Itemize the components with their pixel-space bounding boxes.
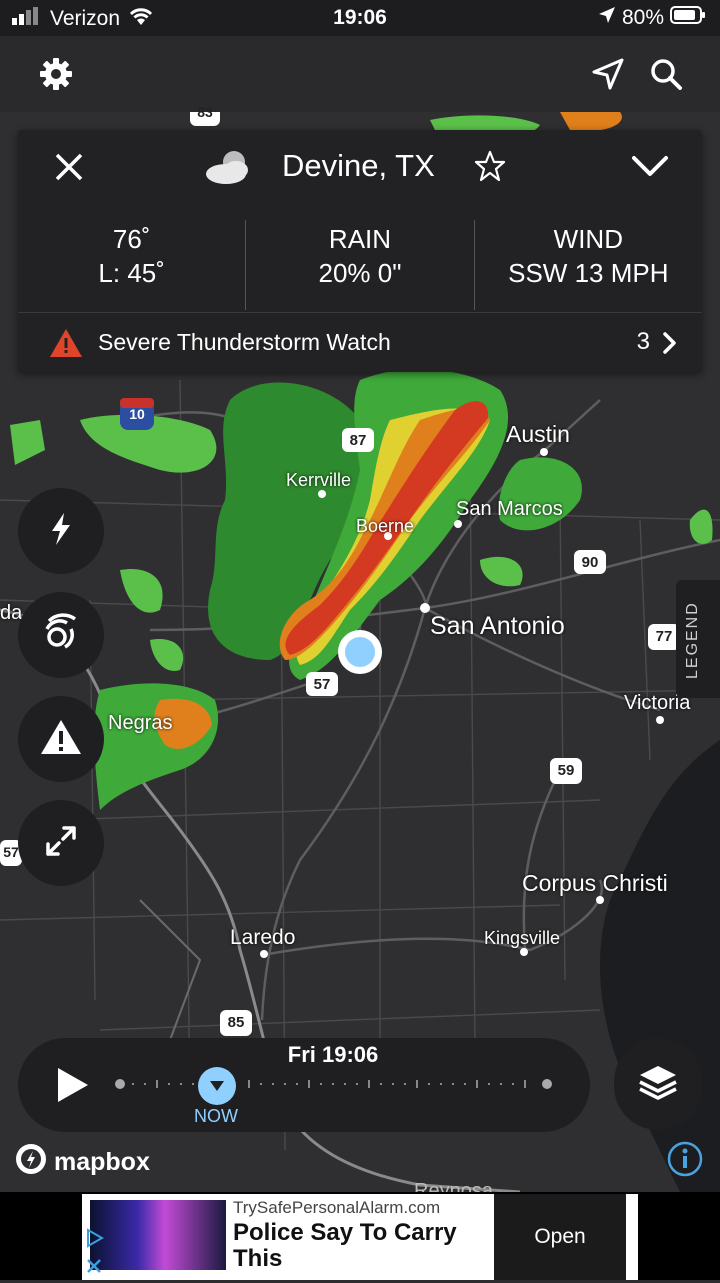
city-san-antonio: San Antonio <box>430 612 565 640</box>
ad-banner[interactable]: TrySafePersonalAlarm.com Police Say To C… <box>82 1194 638 1280</box>
wind-stat: WIND SSW 13 MPH <box>475 210 702 320</box>
legend-tab[interactable]: LEGEND <box>676 580 720 698</box>
temp-stat: 76˚ L: 45˚ <box>18 210 245 320</box>
play-icon[interactable] <box>56 1066 90 1109</box>
rain-label: RAIN <box>328 224 392 254</box>
star-icon[interactable] <box>474 150 506 187</box>
city-kerrville: Kerrville <box>286 470 352 490</box>
alert-text: Severe Thunderstorm Watch <box>98 329 391 355</box>
shield-59: 59 <box>557 762 575 779</box>
ad-choices-icon[interactable] <box>82 1228 106 1278</box>
timeline-scrubber[interactable] <box>197 1066 237 1111</box>
alert-row[interactable]: Severe Thunderstorm Watch 3 <box>18 312 702 373</box>
radar-icon <box>41 612 81 658</box>
timeline-bar[interactable]: Fri 19:06 NOW <box>18 1038 590 1132</box>
shield-85: 85 <box>227 1014 245 1031</box>
city-negras: Negras <box>108 712 173 734</box>
rain-value: 20% 0" <box>318 258 402 288</box>
info-icon[interactable] <box>666 1140 704 1183</box>
close-icon[interactable] <box>54 152 84 187</box>
wind-value: SSW 13 MPH <box>508 258 669 288</box>
city-laredo: Laredo <box>230 926 296 949</box>
lightning-icon <box>48 511 74 552</box>
alert-count: 3 <box>636 328 650 355</box>
shield-90: 90 <box>581 554 599 571</box>
warning-triangle-icon <box>48 327 84 364</box>
shield-87: 87 <box>349 432 367 449</box>
expand-button[interactable] <box>18 800 104 886</box>
warnings-button[interactable] <box>18 696 104 782</box>
ad-open-button[interactable]: Open <box>494 1194 626 1280</box>
location-services-icon <box>598 6 616 30</box>
partly-cloudy-icon <box>204 148 254 193</box>
location-arrow-icon[interactable] <box>590 56 626 97</box>
status-bar: Verizon 19:06 80% <box>0 0 720 36</box>
layers-icon <box>636 1062 680 1107</box>
city-austin: Austin <box>506 421 570 447</box>
layers-button[interactable] <box>614 1038 702 1130</box>
shield-10: 10 <box>129 406 145 422</box>
gear-icon[interactable] <box>38 56 74 97</box>
now-label: NOW <box>194 1106 238 1126</box>
battery-percent: 80% <box>621 6 664 29</box>
warning-icon <box>39 718 83 761</box>
mapbox-label: mapbox <box>54 1148 150 1176</box>
temp-high: 76˚ <box>112 224 151 254</box>
city-kingsville: Kingsville <box>484 928 561 948</box>
shield-83: 83 <box>197 104 213 120</box>
radar-button[interactable] <box>18 592 104 678</box>
chevron-right-icon <box>662 331 678 360</box>
ad-url[interactable]: TrySafePersonalAlarm.com <box>233 1198 440 1218</box>
city-boerne: Boerne <box>356 516 415 536</box>
battery-icon <box>670 6 706 30</box>
mapbox-icon <box>14 1142 48 1183</box>
top-toolbar <box>0 36 720 112</box>
search-icon[interactable] <box>648 56 684 97</box>
timeline-time: Fri 19:06 <box>287 1042 379 1067</box>
mapbox-logo[interactable]: mapbox <box>14 1142 150 1183</box>
lightning-button[interactable] <box>18 488 104 574</box>
location-title: Devine, TX <box>282 148 435 183</box>
card-header: Devine, TX <box>18 130 702 208</box>
weather-stats: 76˚ L: 45˚ RAIN 20% 0" WIND SSW 13 MPH <box>18 210 702 320</box>
city-corpus-christi: Corpus Christi <box>522 870 668 896</box>
rain-stat: RAIN 20% 0" <box>246 210 473 320</box>
city-san-marcos: San Marcos <box>456 498 563 520</box>
shield-57: 57 <box>313 676 331 693</box>
timeline-track[interactable] <box>112 1072 556 1104</box>
chevron-down-icon[interactable] <box>630 154 670 185</box>
location-card: Devine, TX 76˚ L: 45˚ RAIN 20% 0" WIND S… <box>18 130 702 372</box>
legend-label: LEGEND <box>684 601 701 679</box>
wind-label: WIND <box>553 224 623 254</box>
ad-image[interactable] <box>90 1200 226 1270</box>
expand-icon <box>44 824 78 863</box>
temp-low: L: 45˚ <box>98 258 165 288</box>
ad-headline[interactable]: Police Say To Carry This <box>233 1220 493 1272</box>
